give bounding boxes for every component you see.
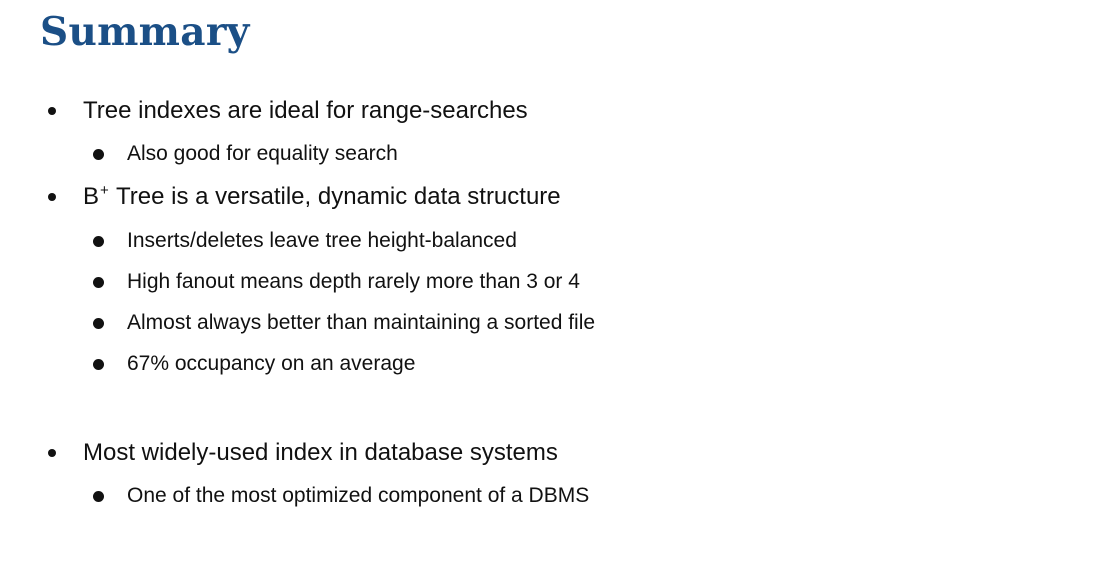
sub-bullet-dot-icon [93,358,104,370]
sub-bullet-dot-icon [93,148,104,160]
bullet-item: Most widely-used index in database syste… [48,436,558,470]
bullet-text: Tree indexes are ideal for range-searche… [83,97,528,124]
sub-bullet-dot-icon [93,317,104,329]
bullet-item: B+ Tree is a versatile, dynamic data str… [48,180,561,214]
sub-bullet-dot-icon [93,490,104,502]
sub-bullet-item: Also good for equality search [93,139,398,169]
bullet-text-rest: Tree is a versatile, dynamic data struct… [109,183,561,210]
slide-title: Summary [40,9,250,55]
sub-bullet-text: Inserts/deletes leave tree height-balanc… [127,229,517,252]
sub-bullet-text: Also good for equality search [127,142,398,165]
sub-bullet-dot-icon [93,235,104,247]
sub-bullet-item: High fanout means depth rarely more than… [93,267,580,297]
slide: Summary Tree indexes are ideal for range… [0,0,1110,568]
bullet-text: B+ Tree is a versatile, dynamic data str… [83,182,561,211]
sub-bullet-item: Almost always better than maintaining a … [93,308,595,338]
sub-bullet-text: One of the most optimized component of a… [127,484,590,507]
sub-bullet-item: 67% occupancy on an average [93,349,415,379]
bullet-dot-icon [48,449,56,457]
bullet-item: Tree indexes are ideal for range-searche… [48,94,528,128]
sub-bullet-item: Inserts/deletes leave tree height-balanc… [93,226,517,256]
bullet-dot-icon [48,193,56,201]
superscript-plus: + [100,182,109,199]
bullet-text: Most widely-used index in database syste… [83,439,558,466]
bullet-dot-icon [48,107,56,115]
sub-bullet-text: 67% occupancy on an average [127,352,416,375]
sub-bullet-dot-icon [93,276,104,288]
sub-bullet-text: High fanout means depth rarely more than… [127,270,580,293]
b-plus-prefix: B [83,183,100,210]
sub-bullet-item: One of the most optimized component of a… [93,481,589,511]
sub-bullet-text: Almost always better than maintaining a … [127,311,596,334]
